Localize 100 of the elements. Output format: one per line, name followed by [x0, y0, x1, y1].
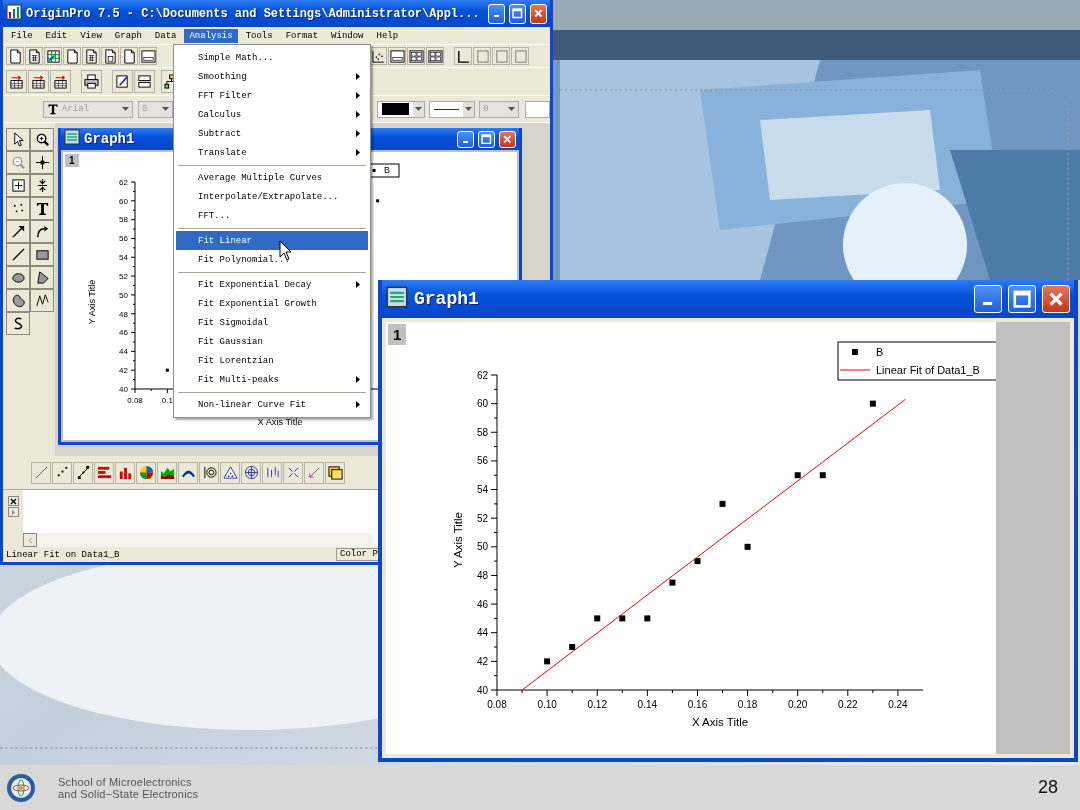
- horizontal-bar-icon[interactable]: [94, 461, 114, 484]
- menu[interactable]: Edit: [40, 28, 73, 43]
- menu-item[interactable]: Subtract: [176, 124, 368, 143]
- grid-page-icon[interactable]: [82, 47, 100, 65]
- column-chart-icon[interactable]: [115, 461, 135, 484]
- menu-item[interactable]: Fit Polynomial...: [176, 250, 368, 269]
- line-symbol-icon[interactable]: [73, 461, 93, 484]
- close-button[interactable]: [7, 496, 19, 506]
- tick-label: 0.24: [888, 699, 908, 710]
- crosshair-icon[interactable]: [30, 151, 54, 174]
- menu-item[interactable]: Translate: [176, 143, 368, 162]
- axis-frame-icon[interactable]: [454, 47, 472, 65]
- menu[interactable]: Data: [149, 28, 182, 43]
- dropdown-arrow-icon: [465, 106, 473, 112]
- text-tool-icon[interactable]: [30, 197, 54, 220]
- dropdown-arrow-icon: [415, 106, 423, 112]
- menu[interactable]: Analysis: [184, 28, 238, 43]
- minimize-button[interactable]: [487, 3, 505, 24]
- menu-item[interactable]: Interpolate/Extrapolate...: [176, 187, 368, 206]
- number-grid-icon[interactable]: [50, 70, 71, 93]
- line-style-dropdown[interactable]: [429, 100, 476, 118]
- dots-icon[interactable]: [6, 197, 30, 220]
- grid-sheet-icon[interactable]: [44, 47, 62, 65]
- pie-chart-icon[interactable]: [136, 461, 156, 484]
- layout-icon[interactable]: [388, 47, 406, 65]
- menu-item[interactable]: FFT...: [176, 206, 368, 225]
- menu-item[interactable]: Simple Math...: [176, 48, 368, 67]
- layer-tag[interactable]: 1: [65, 154, 79, 167]
- menu[interactable]: Help: [371, 28, 404, 43]
- menu-item[interactable]: Average Multiple Curves: [176, 168, 368, 187]
- four-panel-layout-icon[interactable]: [407, 47, 425, 65]
- box-cross-icon[interactable]: [6, 174, 30, 197]
- dropdown-arrow-icon: [507, 106, 515, 112]
- tick-label: 42: [119, 366, 128, 375]
- menu-item[interactable]: Smoothing: [176, 67, 368, 86]
- line-plot-icon[interactable]: [31, 461, 51, 484]
- tick-label: 54: [476, 484, 488, 496]
- horizontal-scrollbar[interactable]: [23, 533, 373, 547]
- layer-tag[interactable]: 1: [388, 324, 407, 345]
- pointer-icon[interactable]: [6, 128, 30, 151]
- number-grid-icon[interactable]: [28, 70, 49, 93]
- menu-item[interactable]: Fit Linear: [176, 231, 368, 250]
- zoom-in-icon[interactable]: [30, 128, 54, 151]
- menu-item[interactable]: Fit Multi-peaks: [176, 370, 368, 389]
- polygon-icon[interactable]: [30, 266, 54, 289]
- vertical-arrows-icon[interactable]: [30, 174, 54, 197]
- vectors-icon[interactable]: [283, 461, 303, 484]
- submenu-arrow-icon: [356, 130, 360, 137]
- school-name: and Solid−State Electronics: [58, 787, 200, 800]
- menu[interactable]: Window: [326, 28, 369, 43]
- menu-item[interactable]: FFT Filter: [176, 86, 368, 105]
- menu[interactable]: Graph: [109, 28, 147, 43]
- template-icon[interactable]: [325, 461, 345, 484]
- maximize-icon: [1012, 289, 1032, 309]
- minimize-button[interactable]: [457, 130, 474, 148]
- tick-label: 0.16: [687, 699, 708, 710]
- printer-icon[interactable]: [81, 70, 102, 93]
- four-panel-layout-icon[interactable]: [426, 47, 444, 65]
- dropdown-arrow-icon: [162, 106, 170, 112]
- menu-item[interactable]: Fit Gaussian: [176, 332, 368, 351]
- page-icon[interactable]: [63, 47, 81, 65]
- high-low-icon[interactable]: [262, 461, 282, 484]
- boxed-page-icon[interactable]: [101, 47, 119, 65]
- menu-item[interactable]: Calculus: [176, 105, 368, 124]
- s-curve-icon[interactable]: [6, 312, 30, 335]
- blob-icon[interactable]: [6, 289, 30, 312]
- window-title: Graph1: [84, 131, 135, 147]
- tick-label: 40: [476, 684, 488, 696]
- maximize-button[interactable]: [508, 3, 526, 24]
- menu[interactable]: Tools: [240, 28, 278, 43]
- left-chevron-icon: [26, 536, 34, 544]
- menu-item[interactable]: Fit Sigmoidal: [176, 313, 368, 332]
- maximize-button[interactable]: [1008, 285, 1036, 313]
- maximize-button[interactable]: [478, 130, 495, 148]
- menu[interactable]: File: [6, 28, 38, 43]
- pencil-page-icon[interactable]: [112, 70, 133, 93]
- number-grid-icon[interactable]: [6, 70, 27, 93]
- scroll-left-button[interactable]: [23, 533, 37, 547]
- menu[interactable]: View: [75, 28, 107, 43]
- grid-page-icon[interactable]: [25, 47, 43, 65]
- page-icon[interactable]: [6, 47, 24, 65]
- stacked-panels-icon[interactable]: [134, 70, 155, 93]
- area-chart-icon[interactable]: [157, 461, 177, 484]
- tick-label: 44: [119, 347, 128, 357]
- menu-item[interactable]: Non-linear Curve Fit: [176, 395, 368, 414]
- menu-item[interactable]: Fit Lorentzian: [176, 351, 368, 370]
- polar-chart-icon[interactable]: [241, 461, 261, 484]
- spiral-icon[interactable]: [199, 461, 219, 484]
- page-icon[interactable]: [120, 47, 138, 65]
- data-point: [794, 472, 801, 479]
- menu-item[interactable]: Fit Exponential Decay: [176, 275, 368, 294]
- menu-item[interactable]: Fit Exponential Growth: [176, 294, 368, 313]
- arc-icon[interactable]: [178, 461, 198, 484]
- axis-title: Y Axis Title: [87, 279, 97, 325]
- submenu-arrow-icon: [356, 73, 360, 80]
- minimize-button[interactable]: [974, 285, 1002, 313]
- rectangle-icon[interactable]: [30, 243, 54, 266]
- layout-icon[interactable]: [139, 47, 157, 65]
- menu[interactable]: Format: [280, 28, 324, 43]
- color-dropdown[interactable]: [377, 100, 426, 118]
